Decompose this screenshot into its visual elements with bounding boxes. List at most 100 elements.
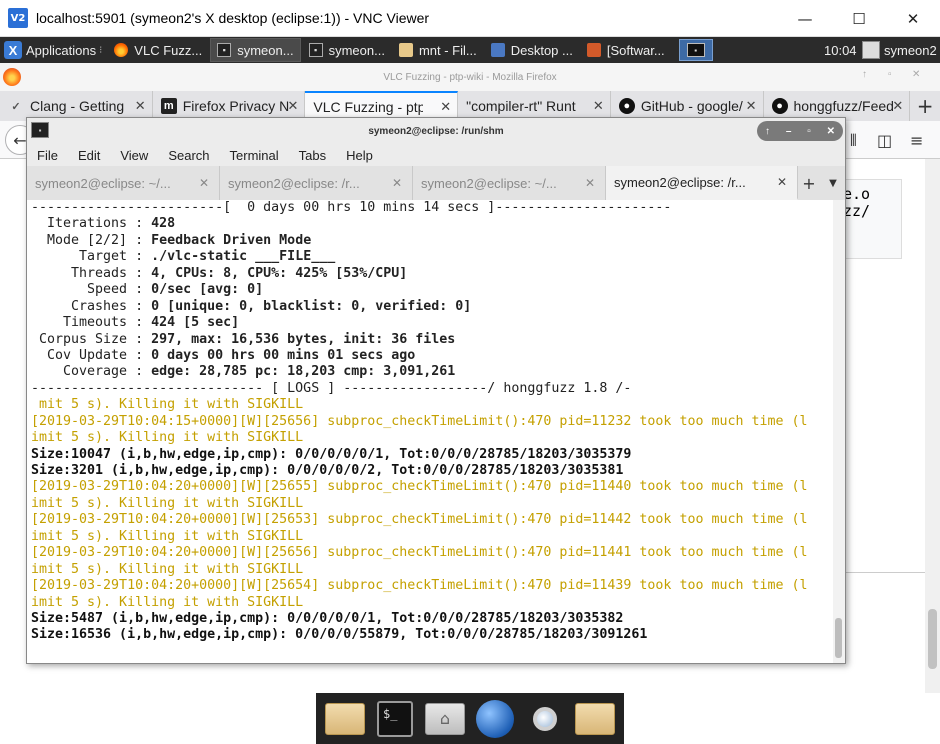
page-scrollbar[interactable] (925, 159, 940, 693)
stat-label: Target : (31, 249, 152, 265)
applications-label: Applications (26, 42, 97, 58)
menu-terminal[interactable]: Terminal (220, 148, 289, 163)
keep-above-icon[interactable]: ↑ (765, 126, 770, 137)
dock-search-button[interactable] (522, 697, 568, 741)
taskbar-item-desktop[interactable]: Desktop ... (485, 38, 579, 62)
separator-line: ------------------------[ 0 days 00 hrs … (31, 200, 672, 215)
vnc-window-controls: — ☐ ✕ (778, 0, 940, 37)
minimize-icon[interactable]: – (786, 126, 792, 137)
stat-value: 4, CPUs: 8, CPU%: 425% [53%/CPU] (151, 265, 408, 281)
stat-line: Threads : 4, CPUs: 8, CPU%: 425% [53%/CP… (31, 266, 831, 282)
log-warning-line: imit 5 s). Killing it with SIGKILL (31, 594, 304, 610)
taskbar-item-terminal-2[interactable]: ▪ symeon... (303, 38, 391, 62)
tab-list-dropdown-icon[interactable]: ▼ (823, 166, 843, 200)
applications-menu-button[interactable]: X Applications ⁝ (0, 37, 106, 63)
terminal-tab-4[interactable]: symeon2@eclipse: /r... ✕ (606, 166, 798, 200)
stat-value: edge: 28,785 pc: 18,203 cmp: 3,091,261 (151, 364, 456, 380)
stat-label: Crashes : (31, 298, 152, 314)
menu-edit[interactable]: Edit (68, 148, 110, 163)
firefox-icon (114, 43, 129, 57)
minimize-button[interactable]: — (778, 0, 832, 37)
menu-file[interactable]: File (27, 148, 68, 163)
ff-close-icon[interactable]: ✕ (912, 69, 920, 80)
dock-browser-button[interactable] (472, 697, 518, 741)
terminal-tab-3[interactable]: symeon2@eclipse: ~/... ✕ (413, 166, 606, 200)
maximize-button[interactable]: ☐ (832, 0, 886, 37)
ff-restore-icon[interactable]: ▫ (888, 69, 892, 80)
terminal-launcher-button[interactable]: ▪ (678, 39, 713, 61)
maximize-icon[interactable]: ▫ (807, 126, 811, 137)
terminal-scrollbar-thumb[interactable] (835, 618, 842, 658)
menu-view[interactable]: View (110, 148, 158, 163)
tab-close-icon[interactable]: ✕ (288, 98, 299, 114)
stat-value: 0/sec [avg: 0] (151, 282, 264, 298)
terminal-tab-2[interactable]: symeon2@eclipse: /r... ✕ (220, 166, 413, 200)
log-warning-line: [2019-03-29T10:04:15+0000][W][25656] sub… (31, 413, 808, 429)
stat-line: Iterations : 428 (31, 216, 831, 232)
menu-help[interactable]: Help (336, 148, 383, 163)
tab-label: VLC Fuzzing - ptp-w (313, 99, 423, 115)
github-icon: ● (771, 98, 788, 114)
stat-line: Timeouts : 424 [5 sec] (31, 315, 831, 331)
stat-line: Cov Update : 0 days 00 hrs 00 mins 01 se… (31, 348, 831, 364)
log-warning-line: imit 5 s). Killing it with SIGKILL (31, 430, 304, 446)
menu-search[interactable]: Search (158, 148, 219, 163)
tab-close-icon[interactable]: ✕ (746, 98, 757, 114)
library-icon[interactable]: ⫴ (850, 131, 857, 151)
dock-home-button[interactable]: ⌂ (422, 697, 468, 741)
stat-line: Mode [2/2] : Feedback Driven Mode (31, 233, 831, 249)
stat-value: Feedback Driven Mode (151, 232, 312, 248)
search-icon (526, 700, 564, 738)
stat-value: 297, max: 16,536 bytes, init: 36 files (151, 331, 456, 347)
terminal-menubar: File Edit View Search Terminal Tabs Help (27, 144, 845, 166)
hamburger-menu-icon[interactable]: ≡ (910, 131, 923, 150)
tab-close-icon[interactable]: ✕ (440, 99, 451, 115)
dock-folder-button[interactable] (572, 697, 618, 741)
taskbar-item-software[interactable]: [Softwar... (581, 38, 671, 62)
tab-close-icon[interactable]: ✕ (392, 176, 402, 190)
dock-files-button[interactable] (322, 697, 368, 741)
folder-icon (325, 702, 365, 735)
terminal-tabstrip: symeon2@eclipse: ~/... ✕ symeon2@eclipse… (27, 166, 845, 200)
user-menu[interactable]: symeon2 (862, 37, 937, 63)
new-tab-button[interactable]: + (910, 91, 940, 121)
terminal-icon: $_ (377, 700, 413, 737)
terminal-tab-label: symeon2@eclipse: /r... (614, 174, 746, 190)
tab-close-icon[interactable]: ✕ (135, 98, 146, 114)
ff-maximize-icon[interactable]: ↑ (862, 69, 867, 80)
log-size-line: Size:16536 (i,b,hw,edge,ip,cmp): 0/0/0/0… (31, 627, 648, 643)
menu-tabs[interactable]: Tabs (289, 148, 336, 163)
new-terminal-tab-button[interactable]: + (797, 166, 821, 200)
panel-clock[interactable]: 10:04 (824, 37, 857, 63)
firefox-titlebar: VLC Fuzzing - ptp-wiki - Mozilla Firefox… (0, 63, 940, 91)
taskbar-item-vlc-fuzzing[interactable]: VLC Fuzz... (108, 38, 208, 62)
close-icon[interactable]: ✕ (827, 126, 835, 137)
terminal-tab-1[interactable]: symeon2@eclipse: ~/... ✕ (27, 166, 220, 200)
tab-label: honggfuzz/Feed (793, 98, 894, 114)
log-size-line: Size:10047 (i,b,hw,edge,ip,cmp): 0/0/0/0… (31, 446, 632, 462)
terminal-scrollbar[interactable] (833, 200, 845, 663)
page-scrollbar-thumb[interactable] (928, 609, 937, 669)
terminal-icon: ▪ (686, 43, 705, 57)
dock-terminal-button[interactable]: $_ (372, 697, 418, 741)
taskbar-item-label: symeon... (328, 42, 385, 58)
back-arrow-icon: ← (13, 130, 27, 150)
log-warning-line: imit 5 s). Killing it with SIGKILL (31, 561, 304, 577)
sidebar-icon[interactable]: ◫ (877, 131, 892, 150)
terminal-window-title: symeon2@eclipse: /run/shm (368, 125, 504, 137)
close-button[interactable]: ✕ (886, 0, 940, 37)
terminal-output[interactable]: ------------------------[ 0 days 00 hrs … (27, 200, 845, 663)
tab-close-icon[interactable]: ✕ (593, 98, 604, 114)
stat-line: Corpus Size : 297, max: 16,536 bytes, in… (31, 332, 831, 348)
stat-label: Cov Update : (31, 347, 152, 363)
separator-line: ----------------------------- [ LOGS ] -… (31, 380, 632, 396)
taskbar-item-file-manager[interactable]: mnt - Fil... (393, 38, 483, 62)
vnc-window-title: localhost:5901 (symeon2's X desktop (ecl… (36, 10, 430, 26)
tab-close-icon[interactable]: ✕ (585, 176, 595, 190)
stat-label: Mode [2/2] : (31, 232, 152, 248)
taskbar-item-terminal-1[interactable]: ▪ symeon... (210, 38, 301, 62)
tab-close-icon[interactable]: ✕ (777, 175, 787, 189)
terminal-window-controls: ↑ – ▫ ✕ (757, 121, 843, 141)
tab-close-icon[interactable]: ✕ (892, 98, 903, 114)
tab-close-icon[interactable]: ✕ (199, 176, 209, 190)
